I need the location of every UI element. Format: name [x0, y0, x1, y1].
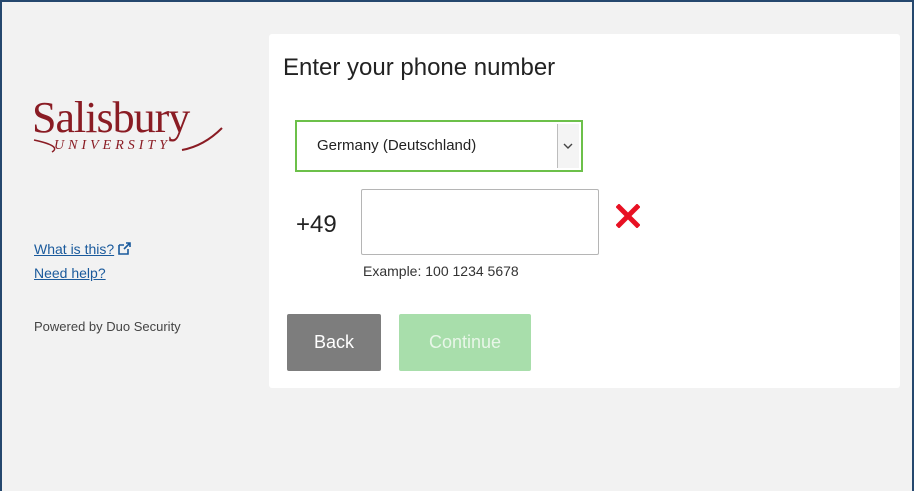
help-links: What is this? Need help?: [34, 237, 131, 285]
dropdown-arrow[interactable]: [557, 124, 579, 168]
window-frame: Salisbury UNIVERSITY What is this? Need …: [0, 0, 914, 491]
red-x-icon: [616, 204, 640, 228]
country-select[interactable]: Germany (Deutschland): [295, 120, 583, 172]
dial-prefix: +49: [296, 211, 337, 238]
country-select-value: Germany (Deutschland): [317, 137, 477, 154]
need-help-link[interactable]: Need help?: [34, 261, 131, 285]
external-link-icon: [118, 242, 131, 255]
powered-by-text: Powered by Duo Security: [34, 319, 181, 334]
phone-example-text: Example: 100 1234 5678: [363, 263, 519, 279]
what-is-this-link[interactable]: What is this?: [34, 237, 131, 261]
enrollment-card: Enter your phone number Germany (Deutsch…: [269, 34, 900, 388]
university-logo: Salisbury UNIVERSITY: [32, 96, 232, 166]
phone-number-input[interactable]: [361, 189, 599, 255]
logo-subtitle: UNIVERSITY: [54, 138, 171, 153]
back-button[interactable]: Back: [287, 314, 381, 371]
page-title: Enter your phone number: [283, 54, 556, 81]
what-is-this-label: What is this?: [34, 241, 115, 257]
continue-button[interactable]: Continue: [399, 314, 531, 371]
sidebar: Salisbury UNIVERSITY What is this? Need …: [4, 4, 266, 493]
chevron-down-icon: [563, 143, 573, 149]
